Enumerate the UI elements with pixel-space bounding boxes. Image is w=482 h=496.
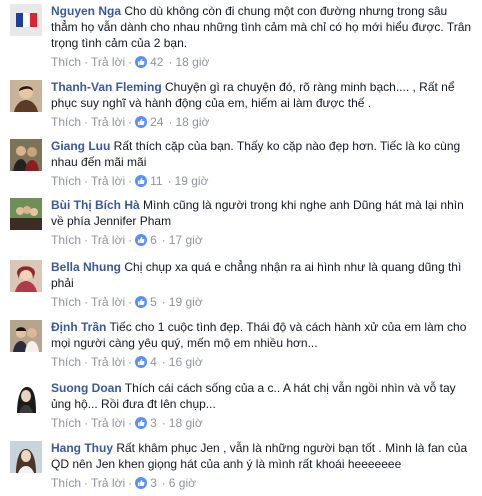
reply-link[interactable]: Trả lời [91, 233, 125, 247]
thumbs-up-icon [135, 116, 148, 128]
comment-author[interactable]: Giang Luu [51, 139, 110, 153]
reply-link[interactable]: Trả lời [91, 476, 125, 490]
avatar[interactable] [10, 441, 42, 473]
comment-text: Rất thích cặp của bạn. Thấy ko cặp nào đ… [51, 139, 461, 169]
comment-text: Tiếc cho 1 cuộc tình đẹp. Thái độ và các… [51, 320, 467, 350]
thumbs-up-icon [135, 417, 148, 429]
reply-link[interactable]: Trả lời [91, 55, 125, 69]
comment-text: Rất khâm phục Jen , vẫn là những người b… [51, 441, 468, 471]
avatar[interactable] [10, 198, 42, 230]
reply-link[interactable]: Trả lời [91, 174, 125, 188]
comment-list: Nguyen Nga Cho dù không còn đi chung một… [0, 0, 482, 496]
avatar[interactable] [10, 260, 42, 292]
like-link[interactable]: Thích [51, 115, 81, 129]
comment-author[interactable]: Định Trần [51, 320, 106, 334]
comment-time[interactable]: 19 giờ [175, 174, 209, 188]
comment-author[interactable]: Thanh-Van Fleming [51, 80, 162, 94]
reply-link[interactable]: Trả lời [91, 295, 125, 309]
thumbs-up-icon [135, 234, 148, 246]
thumbs-up-icon [135, 175, 148, 187]
like-count[interactable]: 5 [150, 295, 157, 309]
avatar[interactable] [10, 4, 42, 36]
like-count[interactable]: 24 [150, 115, 163, 129]
comment-time[interactable]: 6 giờ [169, 476, 196, 490]
comment-author[interactable]: Suong Doan [51, 381, 122, 395]
reply-link[interactable]: Trả lời [91, 355, 125, 369]
thumbs-up-icon [135, 477, 148, 489]
like-link[interactable]: Thích [51, 355, 81, 369]
like-link[interactable]: Thích [51, 416, 81, 430]
avatar[interactable] [10, 381, 42, 413]
comment-time[interactable]: 18 giờ [175, 55, 209, 69]
avatar[interactable] [10, 139, 42, 171]
like-count[interactable]: 6 [150, 233, 157, 247]
like-link[interactable]: Thích [51, 476, 81, 490]
comment-time[interactable]: 18 giờ [175, 115, 209, 129]
like-count[interactable]: 4 [150, 355, 157, 369]
comment-author[interactable]: Hang Thuy [51, 441, 113, 455]
thumbs-up-icon [135, 296, 148, 308]
comment-time[interactable]: 19 giờ [169, 295, 203, 309]
avatar[interactable] [10, 80, 42, 112]
like-count[interactable]: 11 [150, 174, 162, 188]
like-count[interactable]: 3 [150, 476, 157, 490]
like-count[interactable]: 42 [150, 55, 163, 69]
thumbs-up-icon [135, 56, 148, 68]
like-link[interactable]: Thích [51, 233, 81, 247]
thumbs-up-icon [135, 356, 148, 368]
avatar[interactable] [10, 320, 42, 352]
like-link[interactable]: Thích [51, 55, 81, 69]
comment-author[interactable]: Bùi Thị Bích Hà [51, 198, 140, 212]
comment-time[interactable]: 17 giờ [169, 233, 203, 247]
comment-author[interactable]: Bella Nhung [51, 260, 121, 274]
reply-link[interactable]: Trả lời [91, 115, 125, 129]
like-link[interactable]: Thích [51, 174, 81, 188]
comment-author[interactable]: Nguyen Nga [51, 4, 121, 18]
like-count[interactable]: 3 [150, 416, 157, 430]
comment-time[interactable]: 16 giờ [169, 355, 203, 369]
comment-time[interactable]: 18 giờ [169, 416, 203, 430]
like-link[interactable]: Thích [51, 295, 81, 309]
reply-link[interactable]: Trả lời [91, 416, 125, 430]
